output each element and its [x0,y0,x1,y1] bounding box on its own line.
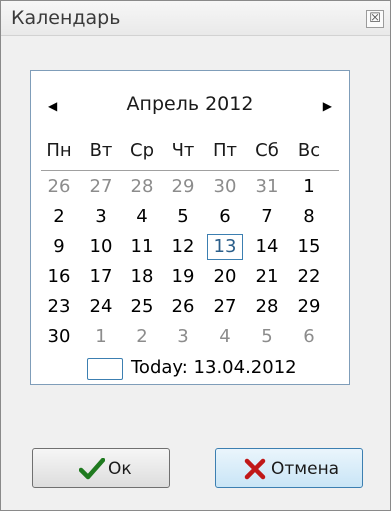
month-calendar: ◀ Апрель 2012 ▶ Пн Вт Ср Чт Пт Сб Вс 26 2… [30,70,350,385]
day-cell[interactable]: 28 [124,174,160,200]
weekday-label: Пт [212,140,238,161]
cross-icon [244,458,266,480]
day-cell[interactable]: 28 [249,294,285,320]
day-cell[interactable]: 26 [41,174,77,200]
weekday-header: Пн Вт Ср Чт Пт Сб Вс [31,140,349,168]
cancel-button[interactable]: Отмена [215,448,363,488]
day-cell[interactable]: 22 [291,264,327,290]
window-title: Календарь [11,7,121,29]
day-cell[interactable]: 19 [165,264,201,290]
day-cell[interactable]: 23 [41,294,77,320]
day-cell[interactable]: 31 [249,174,285,200]
day-cell[interactable]: 25 [124,294,160,320]
day-cell[interactable]: 14 [249,234,285,260]
day-cell[interactable]: 15 [291,234,327,260]
day-cell[interactable]: 6 [207,204,243,230]
day-cell[interactable]: 7 [249,204,285,230]
day-cell[interactable]: 30 [207,174,243,200]
day-cell[interactable]: 4 [124,204,160,230]
day-cell[interactable]: 27 [83,174,119,200]
ok-button[interactable]: Ок [32,448,170,488]
weekday-label: Вт [89,140,113,161]
day-cell[interactable]: 3 [165,324,201,350]
day-cell[interactable]: 16 [41,264,77,290]
day-cell[interactable]: 10 [83,234,119,260]
ok-button-label: Ок [108,459,132,479]
day-cell-today[interactable]: 13 [207,234,243,260]
day-cell[interactable]: 29 [291,294,327,320]
weekday-label: Пн [46,140,72,161]
day-cell[interactable]: 5 [165,204,201,230]
next-month-button[interactable]: ▶ [323,99,332,113]
day-cell[interactable]: 20 [207,264,243,290]
day-cell[interactable]: 18 [124,264,160,290]
day-cell[interactable]: 8 [291,204,327,230]
calendar-dialog: Календарь ☒ ◀ Апрель 2012 ▶ Пн Вт Ср Чт … [0,0,391,511]
today-link[interactable]: Today: 13.04.2012 [131,357,297,378]
day-cell[interactable]: 12 [165,234,201,260]
today-row: Today: 13.04.2012 [31,354,349,382]
day-cell[interactable]: 3 [83,204,119,230]
weekday-divider [41,170,339,171]
weekday-label: Вс [297,140,321,161]
title-bar: Календарь ☒ [1,1,390,36]
day-cell[interactable]: 1 [83,324,119,350]
day-cell[interactable]: 1 [291,174,327,200]
day-cell[interactable]: 24 [83,294,119,320]
day-cell[interactable]: 4 [207,324,243,350]
day-cell[interactable]: 30 [41,324,77,350]
day-cell[interactable]: 17 [83,264,119,290]
day-cell[interactable]: 27 [207,294,243,320]
month-title[interactable]: Апрель 2012 [31,93,349,115]
day-cell[interactable]: 2 [124,324,160,350]
checkmark-icon [79,458,105,480]
day-cell[interactable]: 6 [291,324,327,350]
day-cell[interactable]: 5 [249,324,285,350]
day-grid: 26 27 28 29 30 31 1 2 3 4 5 6 7 8 9 10 11 12 13 14 15 16 17 18 1… [31,174,349,354]
day-cell[interactable]: 11 [124,234,160,260]
day-cell[interactable]: 29 [165,174,201,200]
weekday-label: Чт [171,140,195,161]
close-button[interactable]: ☒ [366,10,384,28]
day-cell[interactable]: 26 [165,294,201,320]
weekday-label: Сб [255,140,279,161]
weekday-label: Ср [130,140,154,161]
day-cell[interactable]: 21 [249,264,285,290]
day-cell[interactable]: 2 [41,204,77,230]
today-marker[interactable] [87,358,123,380]
day-cell[interactable]: 9 [41,234,77,260]
cancel-button-label: Отмена [271,459,340,479]
